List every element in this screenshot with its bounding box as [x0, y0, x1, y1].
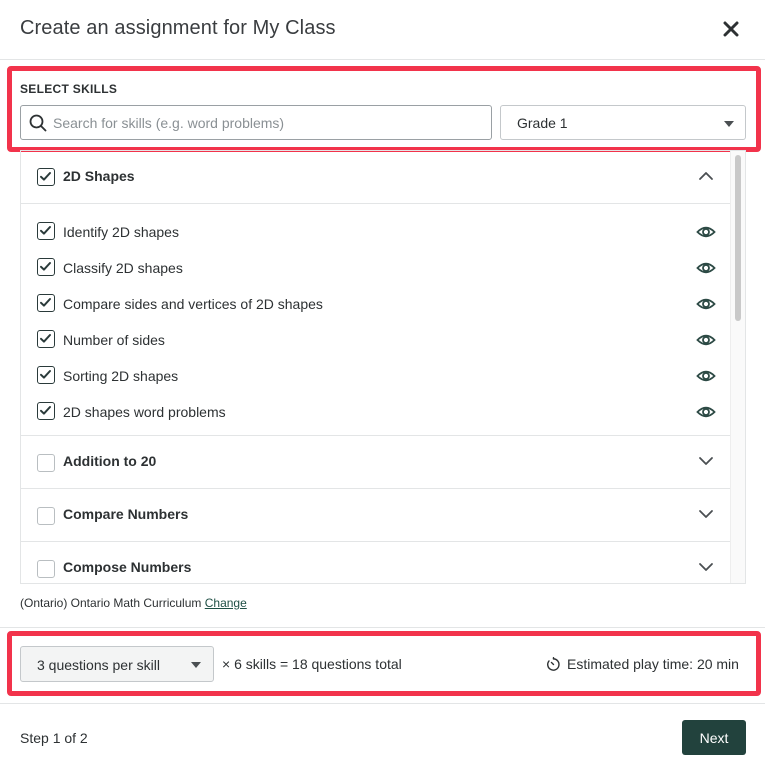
skill-row[interactable]: Identify 2D shapes — [21, 214, 731, 250]
category-compose-numbers[interactable]: Compose Numbers — [21, 542, 731, 583]
skill-row[interactable]: 2D shapes word problems — [21, 394, 731, 430]
skill-checkbox[interactable] — [37, 366, 55, 384]
scrollbar[interactable] — [730, 151, 745, 583]
modal-header: Create an assignment for My Class — [0, 0, 765, 60]
category-compare-numbers[interactable]: Compare Numbers — [21, 489, 731, 542]
checkmark-icon — [40, 262, 51, 271]
next-button[interactable]: Next — [682, 720, 746, 755]
grade-select[interactable]: Grade 1 — [500, 105, 746, 140]
chevron-up-icon[interactable] — [698, 168, 714, 184]
modal-footer: Step 1 of 2 Next — [0, 703, 765, 769]
checkmark-icon — [40, 334, 51, 343]
caret-down-icon — [724, 121, 734, 127]
modal-title: Create an assignment for My Class — [20, 17, 336, 39]
timer-icon — [547, 657, 560, 671]
skills-list-2d-shapes: Identify 2D shapes Classify 2D shapes Co… — [21, 204, 731, 436]
eye-icon[interactable] — [696, 367, 716, 385]
category-checkbox[interactable] — [37, 507, 55, 525]
category-label: Compare Numbers — [63, 506, 189, 522]
skill-checkbox[interactable] — [37, 294, 55, 312]
skill-label: Identify 2D shapes — [63, 224, 179, 240]
skill-label: 2D shapes word problems — [63, 404, 226, 420]
estimated-play-time-text: Estimated play time: 20 min — [567, 656, 739, 672]
category-label: Addition to 20 — [63, 453, 157, 469]
skill-checkbox[interactable] — [37, 258, 55, 276]
checkmark-icon — [40, 298, 51, 307]
curriculum-text: (Ontario) Ontario Math Curriculum — [20, 596, 202, 610]
category-label: 2D Shapes — [63, 168, 135, 184]
chevron-down-icon[interactable] — [698, 506, 714, 522]
change-curriculum-link[interactable]: Change — [205, 596, 247, 610]
skill-label: Compare sides and vertices of 2D shapes — [63, 296, 323, 312]
checkmark-icon — [40, 226, 51, 235]
skill-label: Sorting 2D shapes — [63, 368, 179, 384]
scrollbar-thumb[interactable] — [735, 155, 741, 321]
grade-select-value: Grade 1 — [517, 115, 568, 131]
skill-row[interactable]: Classify 2D shapes — [21, 250, 731, 286]
skill-row[interactable]: Compare sides and vertices of 2D shapes — [21, 286, 731, 322]
chevron-down-icon[interactable] — [698, 453, 714, 469]
skill-row[interactable]: Sorting 2D shapes — [21, 358, 731, 394]
checkmark-icon — [40, 370, 51, 379]
skill-checkbox[interactable] — [37, 402, 55, 420]
skill-row[interactable]: Number of sides — [21, 322, 731, 358]
category-checkbox[interactable] — [37, 560, 55, 578]
skills-panel[interactable]: 2D Shapes Identify 2D shapes Classify 2D… — [20, 150, 746, 584]
checkmark-icon — [40, 406, 51, 415]
category-checkbox[interactable] — [37, 168, 55, 186]
eye-icon[interactable] — [696, 223, 716, 241]
questions-per-skill-select[interactable]: 3 questions per skill — [20, 646, 214, 682]
eye-icon[interactable] — [696, 403, 716, 421]
questions-per-skill-value: 3 questions per skill — [37, 657, 160, 673]
category-2d-shapes[interactable]: 2D Shapes — [21, 151, 731, 204]
close-button[interactable] — [718, 16, 744, 42]
skill-checkbox[interactable] — [37, 222, 55, 240]
eye-icon[interactable] — [696, 331, 716, 349]
step-indicator: Step 1 of 2 — [20, 730, 88, 746]
caret-down-icon — [191, 662, 201, 668]
category-label: Compose Numbers — [63, 559, 192, 575]
curriculum-line: (Ontario) Ontario Math Curriculum Change — [20, 596, 247, 610]
questions-calculation: × 6 skills = 18 questions total — [222, 656, 402, 672]
skill-label: Number of sides — [63, 332, 165, 348]
eye-icon[interactable] — [696, 295, 716, 313]
category-addition-to-20[interactable]: Addition to 20 — [21, 436, 731, 489]
search-input[interactable] — [53, 107, 483, 138]
checkmark-icon — [40, 172, 51, 181]
category-checkbox[interactable] — [37, 454, 55, 472]
divider — [0, 627, 765, 628]
close-icon — [723, 21, 739, 37]
search-box[interactable] — [20, 105, 492, 140]
skill-label: Classify 2D shapes — [63, 260, 183, 276]
select-skills-label: SELECT SKILLS — [20, 82, 118, 96]
chevron-down-icon[interactable] — [698, 559, 714, 575]
eye-icon[interactable] — [696, 259, 716, 277]
skill-checkbox[interactable] — [37, 330, 55, 348]
search-icon — [29, 114, 47, 132]
